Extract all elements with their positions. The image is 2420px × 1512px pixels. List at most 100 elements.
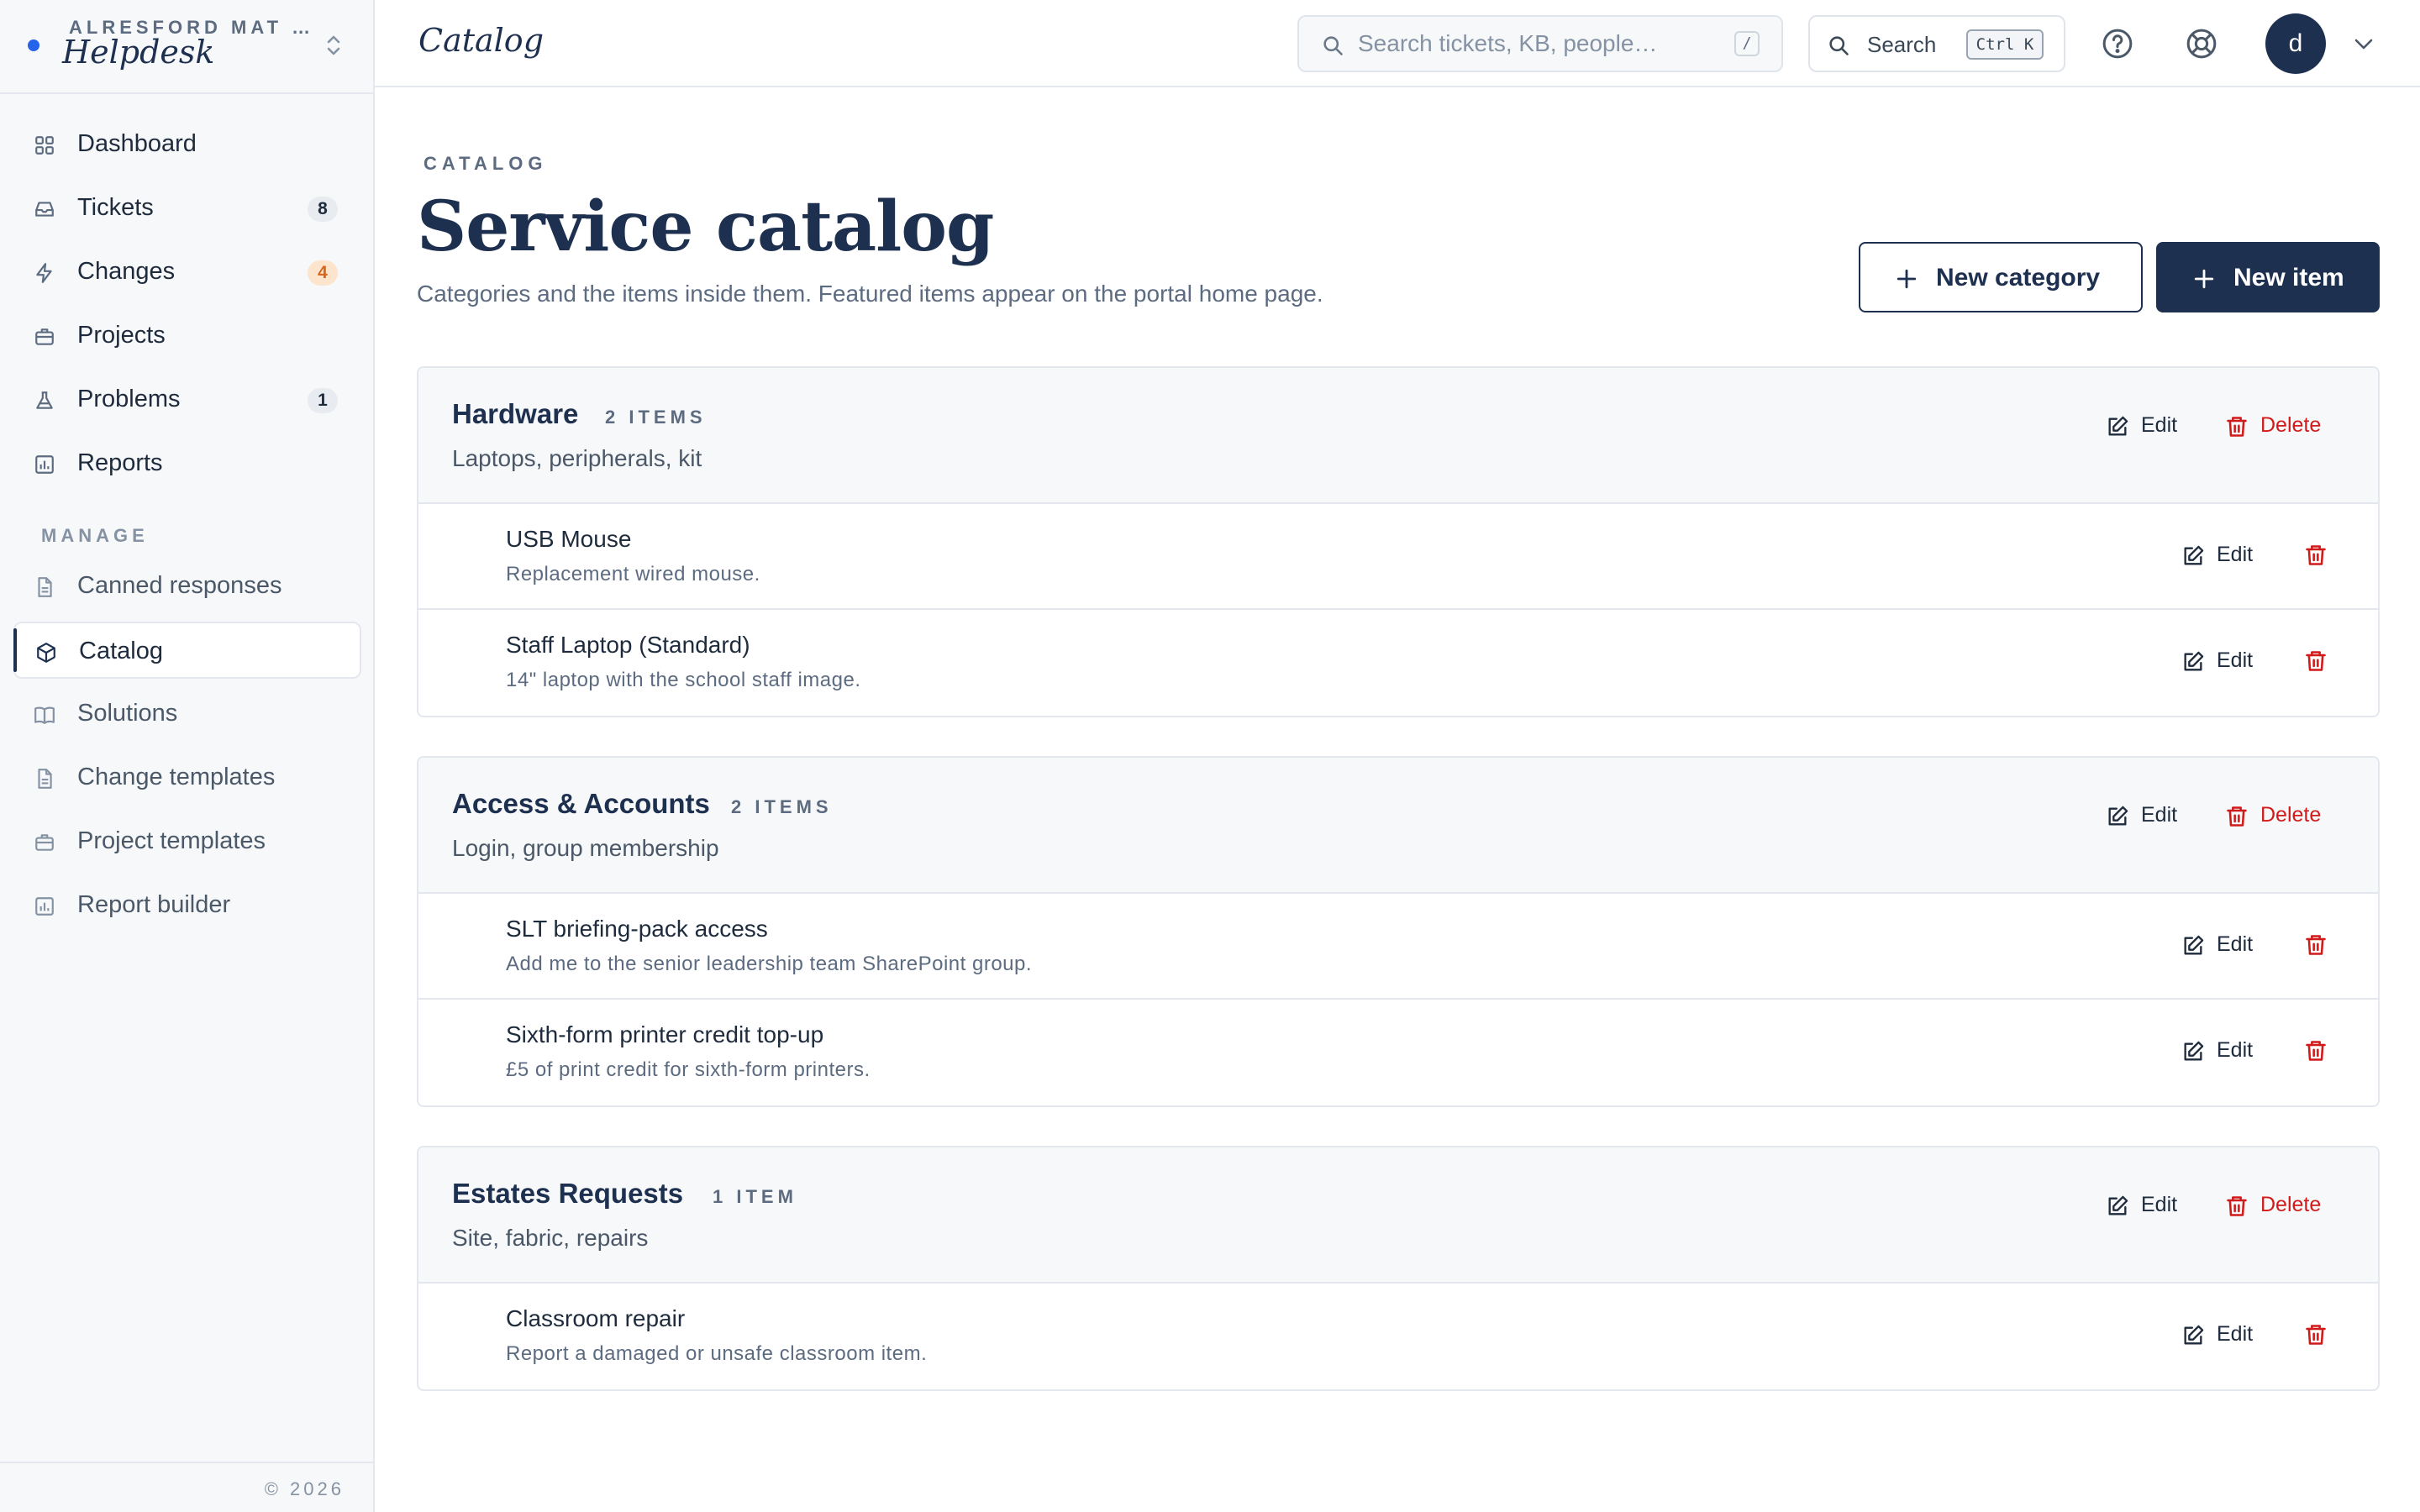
- inbox-icon: [34, 198, 55, 220]
- sidebar-item-label: Tickets: [77, 194, 154, 221]
- new-item-button[interactable]: New item: [2156, 242, 2380, 312]
- delete-category-button[interactable]: Delete: [2225, 410, 2343, 444]
- main-content: CATALOG Service catalog Categories and t…: [375, 87, 2420, 1512]
- flask-icon: [34, 390, 55, 412]
- chart-icon: [34, 454, 55, 475]
- trash-icon[interactable]: [2304, 648, 2328, 674]
- item-name: USB Mouse: [506, 526, 632, 552]
- sidebar-item-catalog[interactable]: Catalog: [13, 622, 361, 679]
- action-label: Edit: [2217, 543, 2254, 566]
- sidebar-item-change-templates[interactable]: Change templates: [13, 749, 361, 806]
- category-name: Access & Accounts: [452, 788, 710, 819]
- cube-icon: [35, 642, 57, 664]
- item-name: Staff Laptop (Standard): [506, 632, 750, 658]
- edit-item-button[interactable]: Edit: [2181, 1035, 2265, 1068]
- edit-category-button[interactable]: Edit: [2106, 1189, 2190, 1223]
- sidebar-item-label: Reports: [77, 449, 163, 476]
- category-card: Estates Requests 1 ITEM Site, fabric, re…: [417, 1146, 2380, 1391]
- briefcase-icon: [34, 326, 55, 348]
- plus-icon: [2193, 268, 2215, 290]
- grid-icon: [34, 134, 55, 156]
- category-name: Hardware: [452, 398, 579, 429]
- sidebar-item-label: Changes: [77, 258, 176, 285]
- delete-category-button[interactable]: Delete: [2225, 800, 2343, 833]
- edit-item-button[interactable]: Edit: [2181, 1319, 2265, 1352]
- category-item-count: 1 ITEM: [713, 1186, 797, 1207]
- workspace-switcher[interactable]: ALRESFORD MAT … Helpdesk: [0, 0, 375, 94]
- pencil-square-icon: [2106, 805, 2129, 828]
- search-input[interactable]: [1358, 27, 1711, 60]
- command-search-button[interactable]: Search Ctrl K: [1808, 15, 2065, 72]
- sidebar-item-report-builder[interactable]: Report builder: [13, 877, 361, 934]
- chevron-up-down-icon[interactable]: [323, 32, 345, 59]
- briefcase-icon: [34, 832, 55, 853]
- edit-category-button[interactable]: Edit: [2106, 800, 2190, 833]
- sidebar-item-project-templates[interactable]: Project templates: [13, 813, 361, 870]
- item-description: £5 of print credit for sixth-form printe…: [506, 1058, 871, 1081]
- search-icon: [1321, 34, 1344, 57]
- pencil-square-icon: [2181, 544, 2205, 568]
- document-icon: [34, 768, 55, 790]
- sidebar-item-tickets[interactable]: Tickets 8: [13, 180, 361, 237]
- sidebar-item-changes[interactable]: Changes 4: [13, 244, 361, 301]
- action-label: Edit: [2217, 648, 2254, 672]
- pencil-square-icon: [2181, 934, 2205, 958]
- edit-category-button[interactable]: Edit: [2106, 410, 2190, 444]
- trash-icon: [2225, 1194, 2249, 1218]
- trash-icon: [2225, 805, 2249, 828]
- category-card: Hardware 2 ITEMS Laptops, peripherals, k…: [417, 366, 2380, 717]
- action-label: Delete: [2260, 413, 2322, 437]
- action-label: Edit: [2217, 1322, 2254, 1346]
- chart-icon: [34, 895, 55, 917]
- search-icon: [1827, 34, 1850, 57]
- help-icon[interactable]: [2101, 27, 2134, 60]
- pencil-square-icon: [2106, 1194, 2129, 1218]
- category-item-count: 2 ITEMS: [731, 796, 833, 817]
- sidebar-item-projects[interactable]: Projects: [13, 307, 361, 365]
- sidebar-item-label: Change templates: [77, 764, 276, 790]
- search-box[interactable]: /: [1297, 15, 1783, 72]
- chevron-down-icon[interactable]: [2353, 34, 2375, 54]
- action-label: Delete: [2260, 803, 2322, 827]
- sidebar-footer: © 2026: [0, 1462, 375, 1512]
- sidebar-item-canned-responses[interactable]: Canned responses: [13, 558, 361, 615]
- edit-item-button[interactable]: Edit: [2181, 539, 2265, 573]
- category-description: Site, fabric, repairs: [452, 1225, 649, 1251]
- sidebar-item-solutions[interactable]: Solutions: [13, 685, 361, 743]
- category-header: Estates Requests 1 ITEM Site, fabric, re…: [418, 1147, 2378, 1284]
- sidebar-item-label: Project templates: [77, 827, 266, 854]
- action-label: Edit: [2217, 932, 2254, 956]
- page-eyebrow: CATALOG: [424, 153, 548, 174]
- sidebar-item-dashboard[interactable]: Dashboard: [13, 116, 361, 173]
- catalog-item-row: Classroom repair Report a damaged or uns…: [418, 1284, 2378, 1389]
- item-description: 14" laptop with the school staff image.: [506, 669, 861, 691]
- action-label: Edit: [2141, 413, 2178, 437]
- sidebar-item-reports[interactable]: Reports: [13, 435, 361, 492]
- support-lifebuoy-icon[interactable]: [2185, 27, 2218, 60]
- delete-category-button[interactable]: Delete: [2225, 1189, 2343, 1223]
- user-avatar[interactable]: d: [2265, 13, 2326, 74]
- sidebar-item-label: Report builder: [77, 891, 231, 918]
- category-name: Estates Requests: [452, 1178, 684, 1209]
- catalog-item-row: USB Mouse Replacement wired mouse. Edit: [418, 504, 2378, 610]
- item-description: Replacement wired mouse.: [506, 563, 760, 585]
- category-item-count: 2 ITEMS: [605, 407, 707, 428]
- edit-item-button[interactable]: Edit: [2181, 645, 2265, 679]
- trash-icon[interactable]: [2304, 1322, 2328, 1347]
- action-label: Edit: [2217, 1038, 2254, 1062]
- new-category-button[interactable]: New category: [1859, 242, 2143, 312]
- trash-icon[interactable]: [2304, 1038, 2328, 1063]
- action-label: Delete: [2260, 1193, 2322, 1216]
- pencil-square-icon: [2106, 415, 2129, 438]
- item-description: Add me to the senior leadership team Sha…: [506, 953, 1033, 975]
- sidebar-item-problems[interactable]: Problems 1: [13, 371, 361, 428]
- edit-item-button[interactable]: Edit: [2181, 929, 2265, 963]
- trash-icon[interactable]: [2304, 543, 2328, 568]
- trash-icon[interactable]: [2304, 932, 2328, 958]
- pencil-square-icon: [2181, 1324, 2205, 1347]
- item-description: Report a damaged or unsafe classroom ite…: [506, 1342, 928, 1365]
- sidebar-item-label: Dashboard: [77, 130, 197, 157]
- command-shortcut-key: Ctrl K: [1966, 29, 2044, 60]
- category-header: Hardware 2 ITEMS Laptops, peripherals, k…: [418, 368, 2378, 504]
- page-title: Service catalog: [417, 186, 994, 267]
